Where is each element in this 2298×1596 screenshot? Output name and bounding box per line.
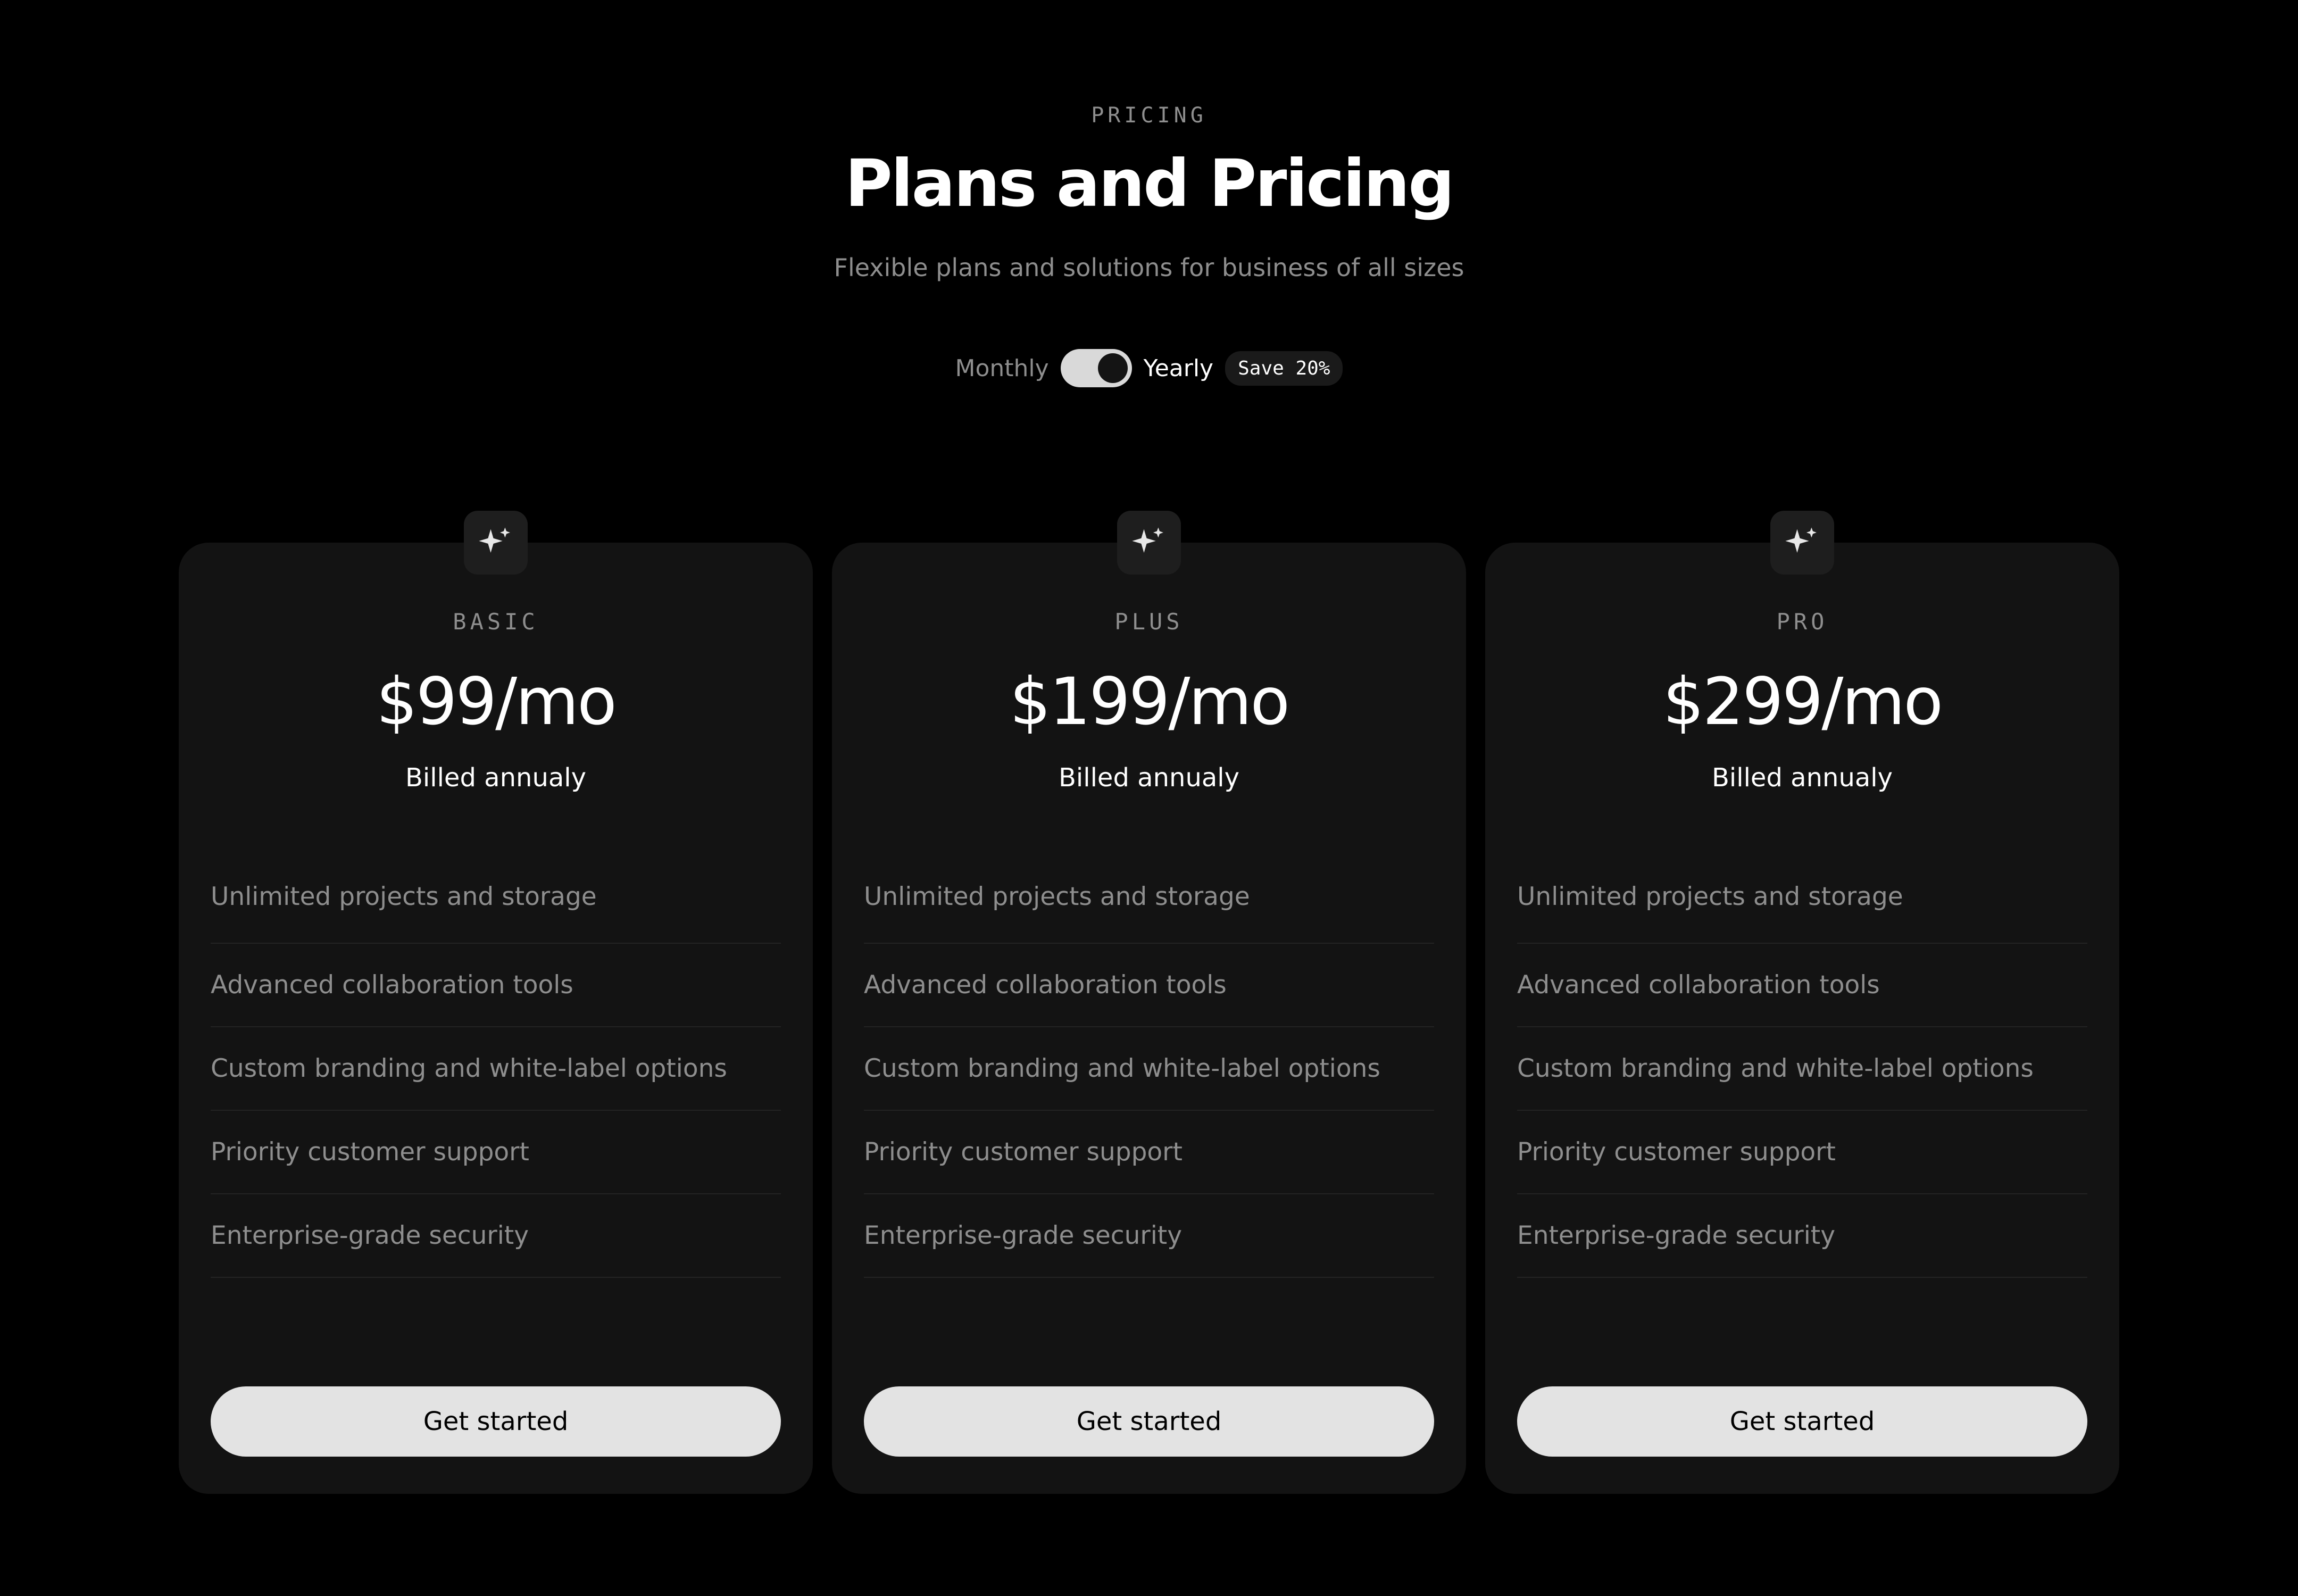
plan-card-basic: BASIC $99/mo Billed annualy Unlimited pr… — [179, 511, 813, 1494]
feature-item: Priority customer support — [1517, 1111, 2087, 1194]
plan-name: PRO — [1776, 609, 1828, 635]
sparkles-icon — [1117, 511, 1181, 575]
feature-item: Unlimited projects and storage — [1517, 850, 2087, 944]
plan-billing-note: Billed annualy — [1711, 763, 1893, 793]
feature-item: Unlimited projects and storage — [211, 850, 781, 944]
page-subtitle: Flexible plans and solutions for busines… — [834, 253, 1464, 282]
pricing-eyebrow: PRICING — [1091, 103, 1207, 128]
save-badge: Save 20% — [1225, 351, 1343, 386]
switch-knob — [1097, 353, 1128, 383]
yearly-label[interactable]: Yearly — [1144, 355, 1213, 382]
feature-list: Unlimited projects and storage Advanced … — [864, 850, 1434, 1278]
feature-item: Priority customer support — [211, 1111, 781, 1194]
plan-card-plus: PLUS $199/mo Billed annualy Unlimited pr… — [832, 511, 1466, 1494]
plan-card-pro: PRO $299/mo Billed annualy Unlimited pro… — [1485, 511, 2119, 1494]
plan-price: $199/mo — [1009, 664, 1290, 739]
plan-name: PLUS — [1114, 609, 1184, 635]
feature-item: Custom branding and white-label options — [864, 1027, 1434, 1111]
plan-billing-note: Billed annualy — [405, 763, 587, 793]
feature-item: Custom branding and white-label options — [211, 1027, 781, 1111]
feature-item: Advanced collaboration tools — [211, 944, 781, 1027]
plan-price: $99/mo — [376, 664, 617, 739]
feature-item: Enterprise-grade security — [211, 1194, 781, 1278]
page-title: Plans and Pricing — [845, 146, 1454, 221]
sparkles-icon — [464, 511, 528, 575]
feature-item: Custom branding and white-label options — [1517, 1027, 2087, 1111]
billing-switch[interactable] — [1060, 349, 1132, 387]
feature-item: Enterprise-grade security — [864, 1194, 1434, 1278]
get-started-button[interactable]: Get started — [864, 1386, 1434, 1457]
get-started-button[interactable]: Get started — [211, 1386, 781, 1457]
billing-toggle: Monthly Yearly Save 20% — [0, 347, 2298, 389]
feature-list: Unlimited projects and storage Advanced … — [1517, 850, 2087, 1278]
feature-item: Advanced collaboration tools — [864, 944, 1434, 1027]
feature-item: Advanced collaboration tools — [1517, 944, 2087, 1027]
plan-price: $299/mo — [1662, 664, 1943, 739]
feature-item: Priority customer support — [864, 1111, 1434, 1194]
feature-item: Enterprise-grade security — [1517, 1194, 2087, 1278]
sparkles-icon — [1770, 511, 1834, 575]
plan-billing-note: Billed annualy — [1058, 763, 1240, 793]
feature-item: Unlimited projects and storage — [864, 850, 1434, 944]
feature-list: Unlimited projects and storage Advanced … — [211, 850, 781, 1278]
get-started-button[interactable]: Get started — [1517, 1386, 2087, 1457]
monthly-label[interactable]: Monthly — [955, 355, 1049, 382]
plan-name: BASIC — [453, 609, 539, 635]
